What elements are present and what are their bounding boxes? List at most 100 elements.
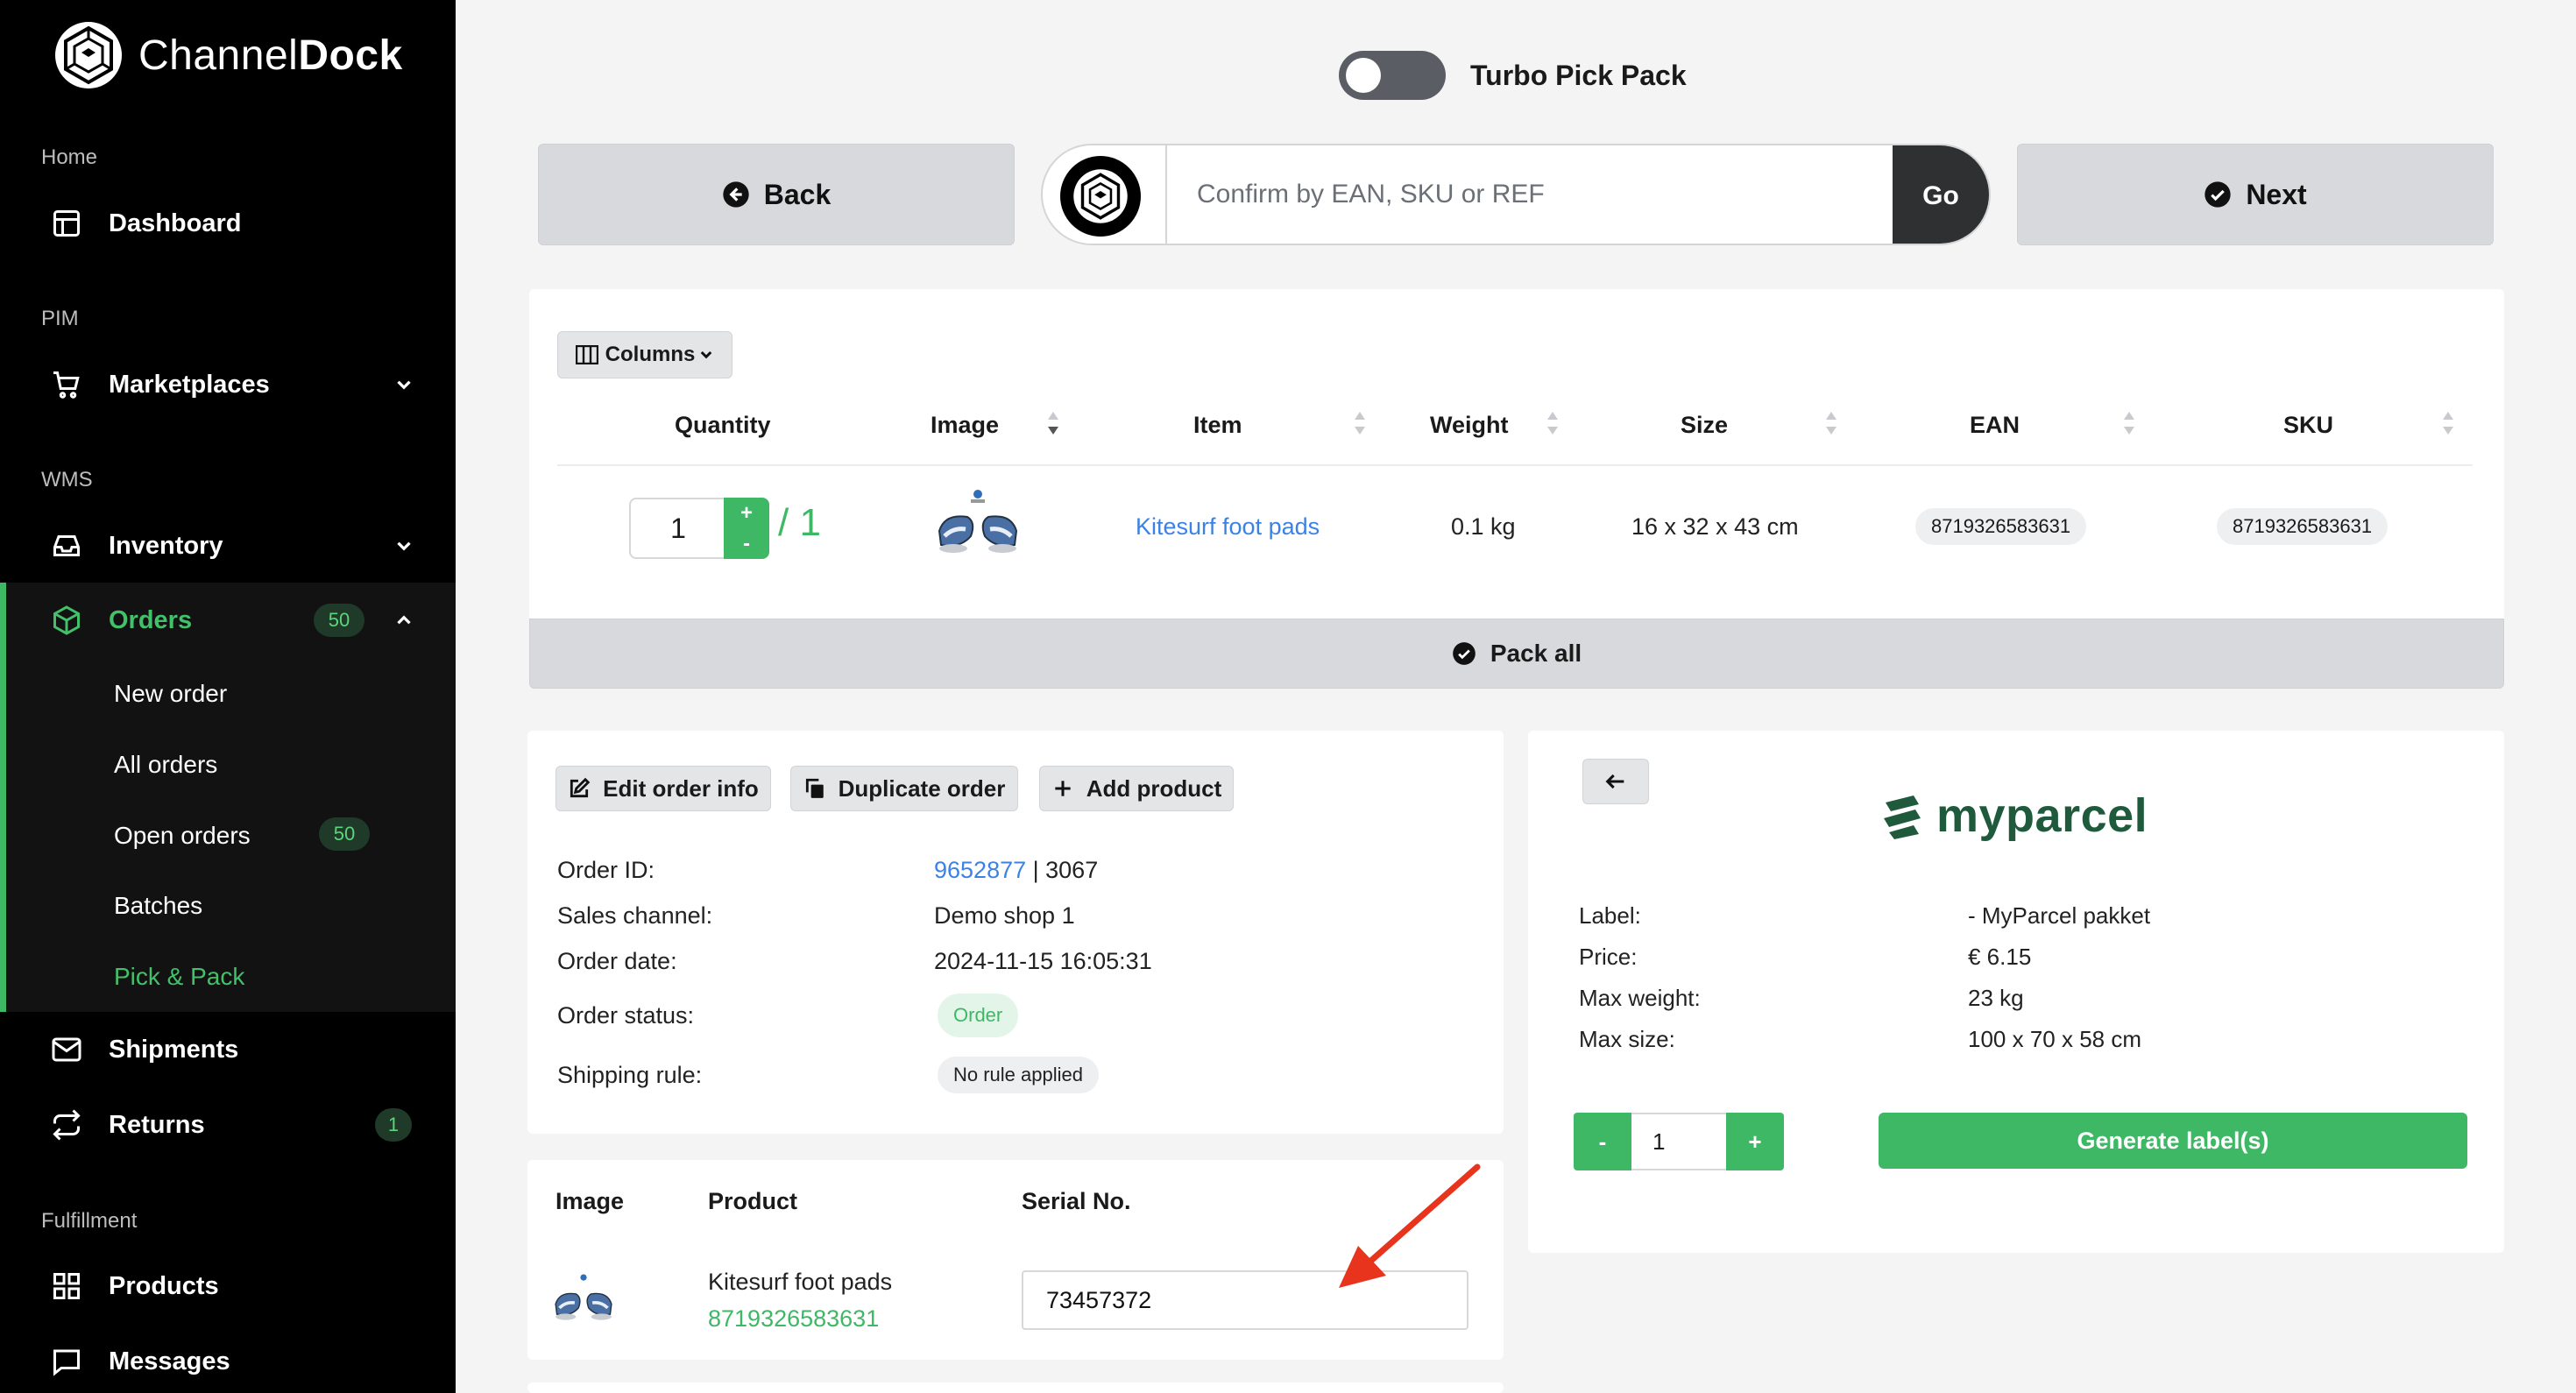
label-quantity-field[interactable]: 1: [1631, 1113, 1726, 1170]
quantity-field[interactable]: 1: [629, 498, 725, 559]
chevron-up-icon[interactable]: [393, 609, 415, 632]
product-weight: 0.1 kg: [1451, 513, 1516, 540]
column-header-quantity[interactable]: Quantity: [675, 412, 771, 439]
brand-logo[interactable]: ChannelDock: [53, 19, 403, 91]
product-sku-badge: 8719326583631: [2217, 508, 2388, 545]
quantity-total: / 1: [778, 501, 821, 544]
generate-label-button[interactable]: Generate label(s): [1879, 1113, 2467, 1169]
sort-icon[interactable]: [1353, 408, 1367, 438]
quantity-stepper[interactable]: + -: [724, 498, 769, 559]
label-quantity-plus-button[interactable]: +: [1726, 1113, 1784, 1170]
sidebar-item-products[interactable]: Products: [0, 1249, 456, 1323]
channeldock-logo-icon: [1060, 156, 1141, 237]
label-quantity-minus-button[interactable]: -: [1574, 1113, 1631, 1170]
column-header-image[interactable]: Image: [931, 412, 999, 439]
scan-bar: Go: [1041, 144, 1991, 245]
product-item-link[interactable]: Kitesurf foot pads: [1136, 513, 1320, 541]
go-button[interactable]: Go: [1893, 145, 1989, 244]
brand-name-bold: Dock: [298, 32, 403, 79]
order-id-reference: | 3067: [1026, 857, 1099, 883]
open-orders-count-badge: 50: [319, 817, 370, 851]
order-id-link[interactable]: 9652877: [934, 857, 1026, 883]
section-home: Home: [41, 145, 98, 169]
sidebar-item-dashboard[interactable]: Dashboard: [0, 187, 456, 260]
pack-all-button[interactable]: Pack all: [529, 619, 2504, 689]
carrier-back-button[interactable]: [1582, 759, 1649, 804]
shipping-rule-label: Shipping rule:: [557, 1062, 703, 1088]
chevron-down-icon: [701, 350, 712, 359]
arrow-left-circle-icon: [723, 181, 749, 208]
check-circle-icon: [2204, 181, 2231, 208]
column-header-ean[interactable]: EAN: [1970, 412, 2020, 439]
sidebar-subitem-pick-pack[interactable]: Pick & Pack: [114, 963, 244, 991]
section-fulfillment: Fulfillment: [41, 1209, 138, 1233]
edit-icon: [570, 777, 591, 798]
product-size: 16 x 32 x 43 cm: [1631, 513, 1799, 540]
sidebar-item-returns[interactable]: Returns 1: [0, 1088, 456, 1162]
turbo-pick-pack-toggle[interactable]: [1339, 51, 1446, 100]
carrier-logo: myparcel: [1880, 788, 2148, 843]
sidebar-item-messages[interactable]: Messages: [0, 1325, 456, 1393]
copy-icon: [805, 778, 824, 798]
serial-product-ean-link[interactable]: 8719326583631: [708, 1305, 879, 1333]
quantity-minus-button[interactable]: -: [743, 532, 750, 556]
order-status-label: Order status:: [557, 1002, 695, 1029]
sidebar-subitem-batches[interactable]: Batches: [114, 892, 202, 920]
sidebar: ChannelDock Home Dashboard PIM Marketpla…: [0, 0, 456, 1393]
carrier-name: myparcel: [1936, 789, 2148, 842]
check-circle-icon: [1453, 642, 1476, 665]
quantity-plus-button[interactable]: +: [740, 501, 753, 526]
column-header-size[interactable]: Size: [1681, 412, 1728, 439]
sidebar-item-inventory[interactable]: Inventory: [0, 509, 456, 583]
order-date-value: 2024-11-15 16:05:31: [934, 948, 1152, 974]
turbo-pick-pack-label: Turbo Pick Pack: [1470, 59, 1687, 91]
serial-product-image: [555, 1274, 612, 1320]
columns-button[interactable]: Columns: [557, 331, 732, 378]
carrier-max-weight-value: 23 kg: [1968, 985, 2024, 1011]
shipping-rule-badge: No rule applied: [938, 1057, 1099, 1093]
column-header-sku[interactable]: SKU: [2283, 412, 2333, 439]
sort-icon[interactable]: [2441, 408, 2455, 438]
channeldock-logo-icon: [55, 22, 122, 88]
sort-icon[interactable]: [1546, 408, 1560, 438]
next-button-label: Next: [2246, 178, 2307, 210]
add-product-button[interactable]: Add product: [1039, 766, 1234, 811]
sidebar-item-label: Dashboard: [109, 209, 242, 237]
order-id-value: 9652877 | 3067: [934, 857, 1098, 884]
back-button[interactable]: Back: [538, 144, 1015, 245]
column-header-weight[interactable]: Weight: [1430, 412, 1509, 439]
sidebar-subitem-new-order[interactable]: New order: [114, 680, 227, 708]
box-icon: [49, 603, 84, 638]
order-id-label: Order ID:: [557, 857, 655, 883]
serial-column-header-image: Image: [556, 1188, 625, 1214]
duplicate-order-button[interactable]: Duplicate order: [790, 766, 1018, 811]
section-wms: WMS: [41, 468, 93, 491]
product-ean-badge: 8719326583631: [1915, 508, 2087, 545]
sidebar-subitem-all-orders[interactable]: All orders: [114, 751, 217, 779]
serial-product-name: Kitesurf foot pads: [708, 1269, 893, 1295]
carrier-label-value: - MyParcel pakket: [1968, 902, 2151, 929]
edit-order-info-button[interactable]: Edit order info: [556, 766, 771, 811]
chevron-down-icon[interactable]: [393, 534, 415, 557]
sidebar-item-shipments[interactable]: Shipments: [0, 1013, 456, 1086]
sidebar-item-label: Shipments: [109, 1035, 239, 1064]
carrier-max-weight-label: Max weight:: [1579, 985, 1701, 1011]
next-button[interactable]: Next: [2017, 144, 2494, 245]
column-header-item[interactable]: Item: [1193, 412, 1242, 439]
carrier-price-value: € 6.15: [1968, 944, 2032, 970]
columns-button-label: Columns: [605, 343, 696, 366]
scan-input[interactable]: [1167, 145, 1886, 244]
sidebar-subitem-open-orders[interactable]: Open orders: [114, 822, 251, 850]
sidebar-item-label: Messages: [109, 1347, 230, 1375]
label-quantity-stepper: - 1 +: [1574, 1113, 1784, 1170]
sidebar-item-orders[interactable]: Orders 50: [0, 583, 456, 657]
sort-icon[interactable]: [1046, 408, 1060, 438]
sort-icon[interactable]: [2122, 408, 2136, 438]
chevron-down-icon[interactable]: [393, 373, 415, 396]
sort-icon[interactable]: [1824, 408, 1838, 438]
carrier-price-label: Price:: [1579, 944, 1638, 970]
sidebar-item-marketplaces[interactable]: Marketplaces: [0, 348, 456, 421]
myparcel-logo-icon: [1884, 795, 1921, 839]
repeat-icon: [49, 1107, 84, 1142]
orders-count-badge: 50: [314, 604, 364, 637]
